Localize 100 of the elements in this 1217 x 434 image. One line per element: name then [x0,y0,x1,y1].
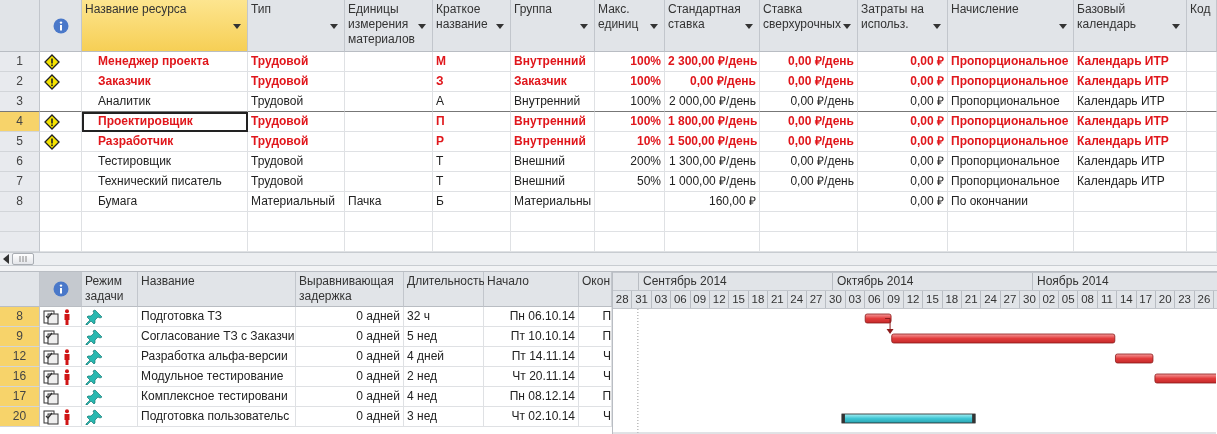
task-bar[interactable] [864,313,892,324]
table-cell: Технический писатель [82,172,248,192]
column-header[interactable]: Окон [579,272,612,307]
table-cell: 1 800,00 ₽/день [665,112,760,132]
column-header[interactable]: Макс. единиц [595,0,665,52]
table-cell: 200% [595,152,665,172]
task-notes-icon [43,308,60,325]
day-label: 14 [1117,291,1137,308]
dropdown-icon[interactable] [1172,24,1180,29]
table-cell: 4 нед [404,387,484,407]
dropdown-icon[interactable] [418,24,426,29]
table-cell: 0,00 ₽/день [665,72,760,92]
column-header[interactable]: Затраты на использ. [858,0,948,52]
table-cell: 2 300,00 ₽/день [665,52,760,72]
row-number[interactable]: 9 [0,327,40,347]
dropdown-icon[interactable] [580,24,588,29]
column-header[interactable]: Название ресурса [82,0,248,52]
table-cell: Календарь ИТР [1074,52,1187,72]
column-header[interactable]: Длительность [404,272,484,307]
table-cell [595,192,665,212]
table-cell: Внутренний [511,52,595,72]
column-header[interactable]: Режим задачи [82,272,138,307]
dropdown-icon[interactable] [745,24,753,29]
pushpin-icon [85,308,103,325]
column-title: Краткое название [436,2,488,31]
column-header[interactable]: Группа [511,0,595,52]
row-number[interactable]: 16 [0,367,40,387]
task-notes-icon [43,328,60,345]
task-bar[interactable] [841,413,976,424]
column-header[interactable]: Название [138,272,296,307]
day-label: 11 [1097,291,1118,308]
person-icon [64,308,70,325]
table-cell: Календарь ИТР [1074,132,1187,152]
table-cell: Календарь ИТР [1074,92,1187,112]
column-title: Ставка сверхурочных [763,2,841,31]
dropdown-icon[interactable] [843,24,851,29]
table-cell: Пн 06.10.14 [484,307,579,327]
column-header[interactable]: Выравнивающая задержка [296,272,404,307]
column-header[interactable]: Начисление [948,0,1074,52]
link-arrow [884,318,894,334]
column-header[interactable]: Базовый календарь [1074,0,1187,52]
table-cell: 0,00 ₽/день [760,112,858,132]
column-header[interactable]: Ставка сверхурочных [760,0,858,52]
column-header[interactable]: Код [1187,0,1217,52]
day-label: 28 [613,291,633,308]
table-cell: 100% [595,92,665,112]
column-header[interactable]: Начало [484,272,579,307]
row-number[interactable]: 20 [0,407,40,427]
row-number[interactable]: 2 [0,72,40,92]
warning-icon [44,133,60,150]
table-cell: Ч [579,407,612,427]
scrollbar-thumb[interactable] [12,253,34,266]
dropdown-icon[interactable] [1059,24,1067,29]
table-cell: П [579,387,612,407]
row-number[interactable]: 17 [0,387,40,407]
day-label: 24 [787,291,807,308]
column-title: Единицы измерения материалов [348,2,415,46]
dropdown-icon[interactable] [496,24,504,29]
task-bar[interactable] [1115,353,1154,364]
info-icon [52,281,69,297]
table-cell: Бумага [82,192,248,212]
dropdown-icon[interactable] [933,24,941,29]
dropdown-icon[interactable] [650,24,658,29]
month-label: Сентябрь 2014 [639,273,833,290]
day-label: 17 [1136,291,1156,308]
row-number[interactable]: 7 [0,172,40,192]
row-number[interactable]: 3 [0,92,40,112]
table-cell: Пт 10.10.14 [484,327,579,347]
table-cell: Внутренний [511,112,595,132]
column-header[interactable]: Краткое название [433,0,511,52]
row-number[interactable]: 4 [0,112,40,132]
row-number[interactable]: 8 [0,192,40,212]
table-cell: Т [433,172,511,192]
dropdown-icon[interactable] [233,24,241,29]
table-cell: Заказчик [82,72,248,92]
column-title: Макс. единиц [598,2,639,31]
table-cell: 0,00 ₽ [858,152,948,172]
scroll-left-icon[interactable] [2,254,10,265]
row-number[interactable]: 6 [0,152,40,172]
table-cell: 5 нед [404,327,484,347]
table-cell: П [579,307,612,327]
dropdown-icon[interactable] [330,24,338,29]
row-number[interactable]: 8 [0,307,40,327]
column-header[interactable]: Стандартная ставка [665,0,760,52]
column-header[interactable]: Единицы измерения материалов [345,0,433,52]
table-cell: П [433,112,511,132]
table-cell: Пропорциональное [948,72,1074,92]
day-label: 15 [729,291,749,308]
column-header[interactable]: Тип [248,0,345,52]
table-cell: 0,00 ₽/день [760,132,858,152]
table-cell: 2 нед [404,367,484,387]
row-number[interactable]: 12 [0,347,40,367]
table-cell: 100% [595,112,665,132]
table-cell: Календарь ИТР [1074,72,1187,92]
row-number[interactable]: 5 [0,132,40,152]
task-notes-icon [43,348,60,365]
table-cell: 0,00 ₽ [858,112,948,132]
day-label: 18 [942,291,963,308]
row-number[interactable]: 1 [0,52,40,72]
day-label: 08 [1078,291,1098,308]
